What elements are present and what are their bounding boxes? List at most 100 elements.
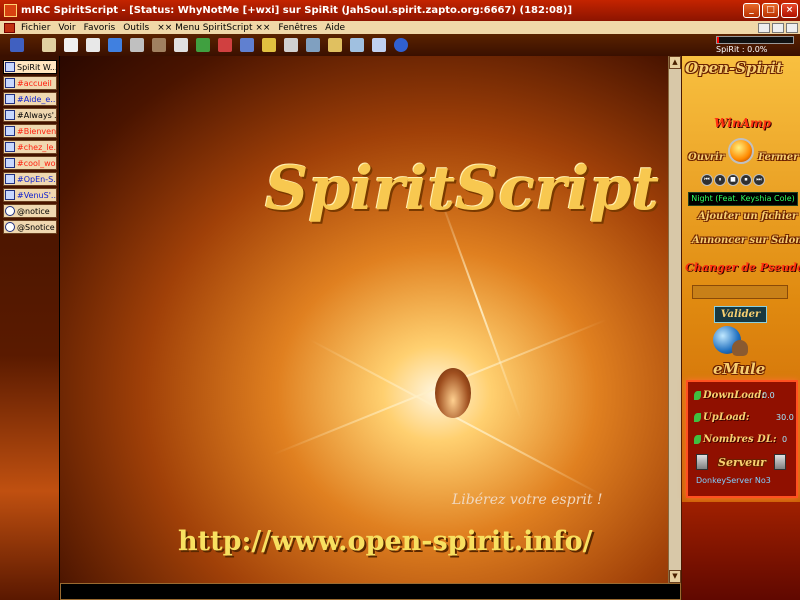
menu-favoris[interactable]: Favoris [84,23,116,33]
notify-icon[interactable] [108,38,122,52]
window-icon[interactable] [350,38,364,52]
music-icon[interactable] [218,38,232,52]
switchbar-item-label: #cool_wo... [17,158,56,168]
switchbar-item-channel[interactable]: #cool_wo... [3,156,57,170]
switchbar-item-label: #accueil [17,78,52,88]
dcc-chat-icon[interactable] [306,38,320,52]
connect-icon[interactable] [10,38,24,52]
list-channels-icon[interactable] [174,38,188,52]
globe-icon [5,222,15,232]
vertical-scrollbar[interactable]: ▲ ▼ [668,56,681,583]
font-icon[interactable] [152,38,166,52]
previous-track-icon[interactable]: ⏮ [701,174,713,186]
switchbar-item-channel[interactable]: #Always'... [3,108,57,122]
mdi-minimize-button[interactable] [758,22,770,33]
toolbar [0,34,800,56]
winamp-player-controls: ⏮ ⏸ ■ ⏹ ⏭ [701,174,766,186]
switchbar-item-label: #VenuS'... [17,190,57,200]
status-window-icon[interactable] [4,22,15,33]
switchbar-item-channel[interactable]: #Bienven... [3,124,57,138]
scroll-down-button[interactable]: ▼ [669,570,681,583]
colors-icon[interactable] [240,38,254,52]
switchbar-item-channel[interactable]: #OpEn-S... [3,172,57,186]
downloads-count-value: 0 [782,435,788,444]
validate-button[interactable]: Valider [714,306,767,323]
channel-window-icon [5,142,15,152]
stop-icon[interactable]: ■ [727,174,739,186]
switchbar-item-server[interactable]: SpiRit W... [3,60,57,74]
leaf-icon [694,413,701,422]
channel-window-icon [5,110,15,120]
server-label: Serveur [718,456,766,469]
close-button[interactable]: × [781,3,798,18]
switchbar: SpiRit W... #accueil #Aide_e... #Always'… [0,56,60,600]
lag-meter-label: SpiRit : 0.0% [716,45,768,54]
add-file-button[interactable]: Ajouter un fichier [698,211,797,222]
emule-title: eMule [713,360,766,378]
download-value: 0.0 [762,391,775,400]
winamp-title: WinAmp [714,116,771,130]
title-bar: mIRC SpiritScript - [Status: WhyNotMe [+… [0,0,800,21]
upload-label: UpLoad: [703,412,750,423]
switchbar-item-label: @notice [17,206,50,216]
announce-on-channel-button[interactable]: Annoncer sur Salon [692,235,800,246]
upload-stat: UpLoad: 30.0 [694,412,794,423]
emule-mule-icon [732,340,748,356]
options-icon[interactable] [42,38,56,52]
lag-meter: SpiRit : 0.0% [716,36,794,54]
info-icon[interactable] [394,38,408,52]
minimize-button[interactable]: _ [743,3,760,18]
menu-aide[interactable]: Aide [325,23,345,33]
spirit-sphere-image [435,368,471,418]
folder-icon[interactable] [262,38,276,52]
channel-window-icon [5,78,15,88]
address-book-icon[interactable] [64,38,78,52]
status-window[interactable]: SpiritScript Libérez votre esprit ! http… [60,56,668,583]
spiritscript-logo-text: SpiritScript [265,154,660,224]
leaf-icon [694,435,701,444]
window-alt-icon[interactable] [372,38,386,52]
menu-fichier[interactable]: Fichier [21,23,50,33]
scroll-up-button[interactable]: ▲ [669,56,681,69]
switchbar-item-label: @Snotice [17,222,55,232]
channel-window-icon [5,174,15,184]
server-icon [696,454,708,470]
pause-icon[interactable]: ⏸ [714,174,726,186]
nickname-input[interactable] [692,285,788,299]
winamp-track-display: Night (Feat. Keyshia Cole) [688,192,798,206]
switchbar-item-channel[interactable]: #VenuS'... [3,188,57,202]
menu-spiritscript[interactable]: ×× Menu SpiritScript ×× [157,23,270,33]
scripts-editor-icon[interactable] [86,38,100,52]
menu-voir[interactable]: Voir [58,23,75,33]
winamp-open-button[interactable]: Ouvrir [688,152,724,163]
downloads-count-label: Nombres DL: [703,434,777,445]
mdi-restore-button[interactable] [772,22,784,33]
server-name: DonkeyServer No3 [696,476,771,485]
send-file-icon[interactable] [284,38,298,52]
mdi-close-button[interactable] [786,22,798,33]
help-icon[interactable] [328,38,342,52]
slogan-text: Libérez votre esprit ! [452,492,603,508]
globe-icon [5,206,15,216]
lag-meter-bar [716,36,794,44]
next-track-icon[interactable]: ⏭ [753,174,765,186]
mirc-app-icon[interactable] [4,4,17,17]
menu-outils[interactable]: Outils [123,23,149,33]
switchbar-item-channel[interactable]: #Aide_e... [3,92,57,106]
server-window-icon [5,62,15,72]
window-title: mIRC SpiritScript - [Status: WhyNotMe [+… [21,5,573,16]
maximize-button[interactable]: □ [762,3,779,18]
switchbar-item-notice[interactable]: @notice [3,204,57,218]
switchbar-item-label: SpiRit W... [17,62,57,72]
stop-alt-icon[interactable]: ⏹ [740,174,752,186]
download-label: DownLoad: [703,390,766,401]
winamp-close-button[interactable]: Fermer [758,152,798,163]
switchbar-item-channel[interactable]: #chez_le... [3,140,57,154]
switchbar-item-notice[interactable]: @Snotice [3,220,57,234]
command-input[interactable] [60,583,681,600]
switchbar-item-channel[interactable]: #accueil [3,76,57,90]
switchbar-item-label: #Aide_e... [17,94,57,104]
favorites-icon[interactable] [196,38,210,52]
away-icon[interactable] [130,38,144,52]
menu-fenetres[interactable]: Fenêtres [278,23,317,33]
